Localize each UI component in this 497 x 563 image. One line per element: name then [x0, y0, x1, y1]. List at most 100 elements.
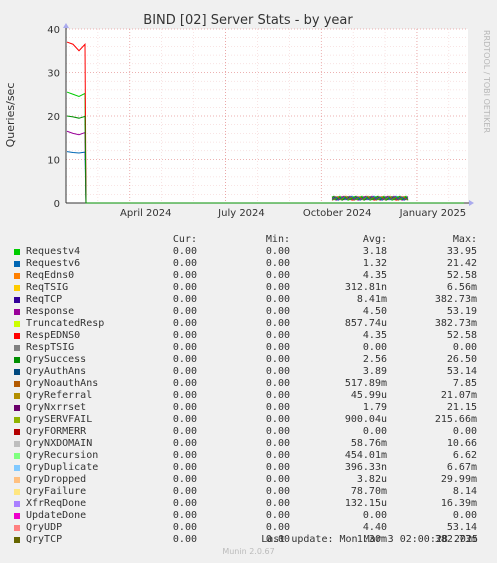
- legend-name: RespEDNS0: [26, 330, 81, 341]
- legend-row: QryDropped 0.00 0.00 3.82u 29.99m: [12, 474, 490, 486]
- legend-cur: 0.00: [172, 318, 197, 329]
- legend-name: QryTCP: [26, 534, 63, 545]
- legend-max: 16.39m: [440, 498, 477, 509]
- legend-avg: 58.76m: [350, 438, 387, 449]
- legend-swatch: [14, 537, 20, 543]
- legend-swatch: [14, 453, 20, 459]
- legend-cur: 0.00: [172, 366, 197, 377]
- x-axis-arrow: [469, 200, 474, 206]
- legend-row: QrySuccess 0.00 0.00 2.56 26.50: [12, 354, 490, 366]
- legend-cur: 0.00: [172, 402, 197, 413]
- legend-row: RespTSIG 0.00 0.00 0.00 0.00: [12, 342, 490, 354]
- legend-row: ReqTSIG 0.00 0.00 312.81n 6.56m: [12, 282, 490, 294]
- legend-row: TruncatedResp 0.00 0.00 857.74u 382.73m: [12, 318, 490, 330]
- legend-max: 7.85: [452, 378, 477, 389]
- legend-swatch: [14, 405, 20, 411]
- legend-avg: 900.04u: [344, 414, 387, 425]
- legend-swatch: [14, 261, 20, 267]
- legend-row: QryAuthAns 0.00 0.00 3.89 53.14: [12, 366, 490, 378]
- legend-swatch: [14, 525, 20, 531]
- legend-swatch: [14, 501, 20, 507]
- legend-max: 0.00: [452, 342, 477, 353]
- legend-name: QryNxrrset: [26, 402, 87, 413]
- legend-name: QryFailure: [26, 486, 87, 497]
- legend-cur: 0.00: [172, 378, 197, 389]
- legend-swatch: [14, 417, 20, 423]
- legend-swatch: [14, 477, 20, 483]
- legend-name: ReqTCP: [26, 294, 63, 305]
- legend-avg: 312.81n: [344, 282, 387, 293]
- legend-max: 53.14: [446, 366, 477, 377]
- header-cur: Cur:: [172, 234, 197, 245]
- header-avg: Avg:: [362, 234, 387, 245]
- x-tick-label: July 2024: [217, 208, 265, 219]
- legend-swatch: [14, 369, 20, 375]
- legend-max: 26.50: [446, 354, 477, 365]
- legend-avg: 857.74u: [344, 318, 387, 329]
- legend-avg: 4.40: [362, 522, 387, 533]
- legend-swatch: [14, 273, 20, 279]
- legend-min: 0.00: [265, 258, 290, 269]
- legend-row: UpdateDone 0.00 0.00 0.00 0.00: [12, 510, 490, 522]
- legend-max: 52.58: [446, 330, 477, 341]
- legend-name: QryReferral: [26, 390, 93, 401]
- legend-swatch: [14, 309, 20, 315]
- legend-min: 0.00: [265, 246, 290, 257]
- legend-swatch: [14, 381, 20, 387]
- legend-name: QrySuccess: [26, 354, 87, 365]
- legend-max: 53.14: [446, 522, 477, 533]
- legend-max: 10.66: [446, 438, 477, 449]
- legend-name: QryUDP: [26, 522, 63, 533]
- legend-avg: 0.00: [362, 510, 387, 521]
- legend-min: 0.00: [265, 294, 290, 305]
- legend-avg: 396.33n: [344, 462, 387, 473]
- legend-swatch: [14, 465, 20, 471]
- legend-row: RespEDNS0 0.00 0.00 4.35 52.58: [12, 330, 490, 342]
- legend-avg: 4.35: [362, 330, 387, 341]
- legend-name: ReqTSIG: [26, 282, 69, 293]
- legend-row: QryUDP 0.00 0.00 4.40 53.14: [12, 522, 490, 534]
- legend-avg: 0.00: [362, 426, 387, 437]
- legend-name: QryRecursion: [26, 450, 99, 461]
- legend-cur: 0.00: [172, 294, 197, 305]
- y-tick-label: 30: [47, 69, 60, 80]
- legend-cur: 0.00: [172, 510, 197, 521]
- legend-avg: 3.18: [362, 246, 387, 257]
- legend-cur: 0.00: [172, 438, 197, 449]
- legend-max: 21.07m: [440, 390, 477, 401]
- legend-header: Cur: Min: Avg: Max:: [12, 234, 490, 246]
- legend-cur: 0.00: [172, 450, 197, 461]
- legend-name: ReqEdns0: [26, 270, 75, 281]
- legend-cur: 0.00: [172, 246, 197, 257]
- legend-min: 0.00: [265, 318, 290, 329]
- legend-swatch: [14, 285, 20, 291]
- legend-max: 382.73m: [434, 294, 477, 305]
- legend-min: 0.00: [265, 438, 290, 449]
- legend-cur: 0.00: [172, 426, 197, 437]
- legend-row: QryReferral 0.00 0.00 45.99u 21.07m: [12, 390, 490, 402]
- legend-swatch: [14, 429, 20, 435]
- legend-min: 0.00: [265, 378, 290, 389]
- legend-avg: 45.99u: [350, 390, 387, 401]
- legend-avg: 517.89m: [344, 378, 387, 389]
- legend-swatch: [14, 393, 20, 399]
- legend-max: 29.99m: [440, 474, 477, 485]
- legend-min: 0.00: [265, 522, 290, 533]
- graph: BIND [02] Server Stats - by year Queries…: [4, 13, 491, 219]
- legend-row: QryDuplicate 0.00 0.00 396.33n 6.67m: [12, 462, 490, 474]
- legend-swatch: [14, 249, 20, 255]
- legend-name: QrySERVFAIL: [26, 414, 93, 425]
- legend-name: QryDropped: [26, 474, 87, 485]
- x-tick-label: October 2024: [303, 208, 372, 219]
- legend-max: 0.00: [452, 426, 477, 437]
- legend-name: UpdateDone: [26, 510, 87, 521]
- chart-title: BIND [02] Server Stats - by year: [143, 13, 353, 28]
- legend-name: QryDuplicate: [26, 462, 99, 473]
- legend-swatch: [14, 333, 20, 339]
- legend-cur: 0.00: [172, 282, 197, 293]
- legend-avg: 1.32: [362, 258, 387, 269]
- legend-min: 0.00: [265, 342, 290, 353]
- legend-min: 0.00: [265, 450, 290, 461]
- legend-name: Requestv4: [26, 246, 81, 257]
- legend-avg: 1.79: [362, 402, 387, 413]
